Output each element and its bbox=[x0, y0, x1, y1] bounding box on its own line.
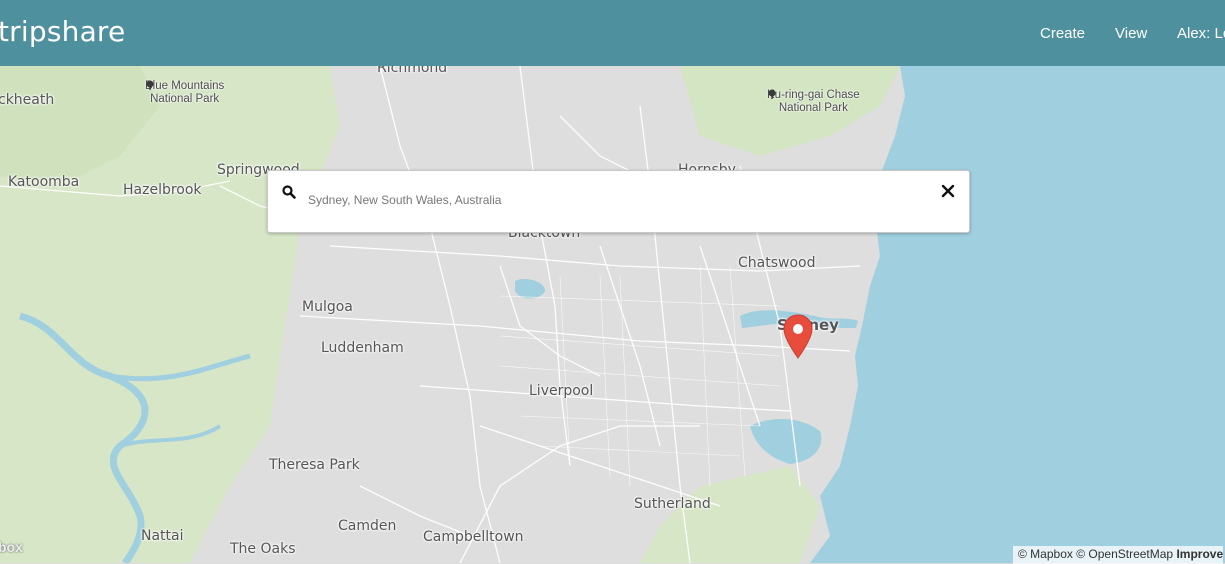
park-label-kuringgai: Ku-ring-gai Chase National Park bbox=[767, 89, 860, 115]
nav-user-link[interactable]: Alex: Lo bbox=[1177, 25, 1225, 42]
park-name-line2: National Park bbox=[778, 102, 848, 114]
place-label-richmond: Richmond bbox=[377, 66, 448, 76]
map-base-layer bbox=[0, 66, 1225, 563]
attribution-osm-link[interactable]: © OpenStreetMap bbox=[1076, 547, 1173, 561]
search-icon[interactable] bbox=[281, 184, 297, 200]
place-label-sutherland: Sutherland bbox=[634, 496, 711, 512]
attribution-mapbox-link[interactable]: © Mapbox bbox=[1018, 547, 1073, 561]
place-label-theresa-park: Theresa Park bbox=[269, 457, 360, 473]
top-navbar: tripshare Create View Alex: Lo bbox=[0, 0, 1225, 66]
park-name-line1: Blue Mountains bbox=[145, 80, 225, 92]
attribution-improve-link[interactable]: Improve bbox=[1176, 547, 1223, 561]
location-search-input[interactable] bbox=[308, 190, 928, 210]
place-label-the-oaks: The Oaks bbox=[230, 541, 296, 557]
nav-create-link[interactable]: Create bbox=[1040, 25, 1085, 42]
park-name-line2: National Park bbox=[150, 93, 220, 105]
nav-view-link[interactable]: View bbox=[1115, 25, 1147, 42]
place-label-liverpool: Liverpool bbox=[529, 383, 594, 399]
map-pin-icon[interactable] bbox=[783, 314, 813, 360]
map-canvas[interactable]: Blue Mountains National Park Ku-ring-gai… bbox=[0, 66, 1225, 563]
place-label-luddenham: Luddenham bbox=[321, 340, 404, 356]
brand-logo[interactable]: tripshare bbox=[0, 15, 125, 48]
place-label-mulgoa: Mulgoa bbox=[302, 299, 353, 315]
place-label-campbelltown: Campbelltown bbox=[423, 529, 524, 545]
place-label-hazelbrook: Hazelbrook bbox=[123, 182, 202, 198]
place-label-camden: Camden bbox=[338, 518, 397, 534]
place-label-blackheath: ckheath bbox=[0, 92, 55, 108]
map-attribution: © Mapbox © OpenStreetMap Improve bbox=[1013, 546, 1224, 564]
place-label-nattai: Nattai bbox=[141, 528, 184, 544]
mapbox-logo[interactable]: box bbox=[0, 539, 23, 555]
location-search-box bbox=[267, 170, 970, 233]
park-label-blue-mountains: Blue Mountains National Park bbox=[145, 80, 224, 106]
tree-icon bbox=[768, 89, 776, 99]
place-label-katoomba: Katoomba bbox=[8, 174, 80, 190]
tree-icon bbox=[146, 80, 154, 90]
park-name-line1: Ku-ring-gai Chase bbox=[767, 89, 860, 101]
place-label-chatswood: Chatswood bbox=[738, 255, 816, 271]
close-icon[interactable] bbox=[941, 184, 955, 198]
